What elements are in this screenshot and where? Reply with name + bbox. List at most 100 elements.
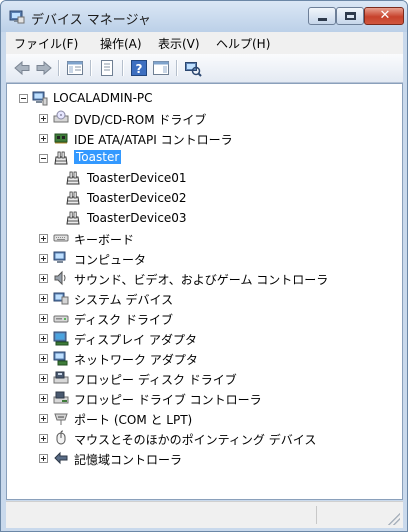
expand-toggle[interactable] [39,374,48,383]
tree-category[interactable]: 記憶域コントローラ [39,448,394,468]
expand-toggle[interactable] [39,234,48,243]
tree-category-label: サウンド、ビデオ、およびゲーム コントローラ [74,273,329,287]
tree-category-label: Toaster [74,150,122,164]
menu-file[interactable]: ファイル(F) [14,35,78,52]
tree-category-label: ポート (COM と LPT) [74,413,193,427]
port-icon [54,413,68,425]
properties-icon[interactable] [98,59,116,77]
close-button[interactable]: ✕ [364,7,404,25]
tree-category-label: フロッピー ディスク ドライブ [74,373,237,387]
maximize-icon [345,12,356,20]
menu-bar: ファイル(F) 操作(A) 表示(V) ヘルプ(H) [6,32,403,55]
menu-view[interactable]: 表示(V) [158,35,200,52]
expand-toggle[interactable] [39,254,48,263]
device-manager-window: デバイス マネージャ ✕ ファイル(F) 操作(A) 表示(V) ヘルプ(H) … [0,0,408,532]
status-panel [6,506,317,524]
tree-category-label: ネットワーク アダプタ [74,353,198,367]
resize-grip[interactable] [388,513,400,525]
menu-help[interactable]: ヘルプ(H) [216,35,270,52]
ide-controller-icon [54,133,68,144]
dvd-drive-icon [53,110,69,123]
tree-category-label: マウスとそのほかのポインティング デバイス [74,433,317,447]
display-adapter-icon [53,331,69,346]
device-tree[interactable]: LOCALADMIN-PC DVD/CD-ROM ドライブ IDE ATA/ATA… [6,83,403,500]
tree-category-label: キーボード [74,233,135,247]
expand-toggle[interactable] [39,334,48,343]
collapse-toggle[interactable] [39,154,48,163]
tree-category[interactable]: フロッピー ディスク ドライブ [39,368,394,388]
toaster-icon [54,151,68,165]
toaster-icon [66,191,80,205]
expand-toggle[interactable] [39,354,48,363]
expand-toggle[interactable] [39,314,48,323]
device-manager-icon [9,10,25,24]
tree-category[interactable]: ポート (COM と LPT) [39,408,394,428]
toolbar-separator [58,60,60,76]
expand-toggle[interactable] [39,454,48,463]
help-icon[interactable]: ? [130,59,148,77]
tree-category[interactable]: DVD/CD-ROM ドライブ [39,108,394,128]
menu-action[interactable]: 操作(A) [100,35,142,52]
expand-toggle[interactable] [39,134,48,143]
maximize-button[interactable] [336,7,364,25]
keyboard-icon [53,234,69,242]
close-icon: ✕ [379,8,391,23]
toolbar-separator [90,60,92,76]
speaker-icon [54,270,66,286]
floppy-drive-icon [53,371,69,384]
mouse-icon [56,430,66,445]
tree-category-label: コンピュータ [74,253,147,267]
forward-arrow-icon[interactable] [35,59,53,77]
tree-device-label: ToasterDevice02 [87,191,187,205]
computer-icon [32,91,48,106]
tree-category[interactable]: IDE ATA/ATAPI コントローラ [39,128,394,148]
expand-toggle[interactable] [39,434,48,443]
tree-category-label: ディスク ドライブ [74,313,173,327]
tree-category[interactable]: マウスとそのほかのポインティング デバイス [39,428,394,448]
tree-category-label: ディスプレイ アダプタ [74,333,197,347]
storage-controller-icon [54,451,68,465]
svg-text:?: ? [136,62,143,76]
tree-category[interactable]: サウンド、ビデオ、およびゲーム コントローラ [39,268,394,288]
collapse-toggle[interactable] [19,94,28,103]
tree-category[interactable]: システム デバイス [39,288,394,308]
network-adapter-icon [53,351,68,366]
disk-drive-icon [53,315,69,323]
tree-category[interactable]: フロッピー ドライブ コントローラ [39,388,394,408]
expand-toggle[interactable] [39,414,48,423]
expand-toggle[interactable] [39,114,48,123]
tree-category-label: 記憶域コントローラ [74,453,183,467]
floppy-controller-icon [53,391,69,404]
tree-category-label: システム デバイス [74,293,174,307]
tree-category[interactable]: Toaster [39,148,394,168]
toolbar-separator [122,60,124,76]
minimize-button[interactable] [308,7,336,25]
tree-device[interactable]: ToasterDevice01 [65,168,365,188]
tree-device-label: ToasterDevice03 [87,211,187,225]
tree-category[interactable]: コンピュータ [39,248,394,268]
tree-root[interactable]: LOCALADMIN-PC [19,88,219,108]
window-title: デバイス マネージャ [31,13,151,28]
tree-category[interactable]: キーボード [39,228,394,248]
title-bar[interactable]: デバイス マネージャ ✕ [1,1,407,32]
expand-toggle[interactable] [39,394,48,403]
toolbar: ? [6,54,403,83]
action-pane-icon[interactable] [152,59,170,77]
expand-toggle[interactable] [39,274,48,283]
tree-device[interactable]: ToasterDevice03 [65,208,365,228]
tree-root-label: LOCALADMIN-PC [53,91,153,105]
back-arrow-icon[interactable] [13,59,31,77]
scan-hardware-icon[interactable] [184,59,202,77]
tree-device[interactable]: ToasterDevice02 [65,188,365,208]
tree-category[interactable]: ディスプレイ アダプタ [39,328,394,348]
tree-category[interactable]: ネットワーク アダプタ [39,348,394,368]
tree-device-label: ToasterDevice01 [87,171,187,185]
status-bar [6,501,403,528]
computer-icon [53,251,66,263]
minimize-icon [318,18,327,21]
toaster-icon [66,171,80,185]
toaster-icon [66,211,80,225]
show-hide-tree-icon[interactable] [66,59,84,77]
tree-category[interactable]: ディスク ドライブ [39,308,394,328]
expand-toggle[interactable] [39,294,48,303]
